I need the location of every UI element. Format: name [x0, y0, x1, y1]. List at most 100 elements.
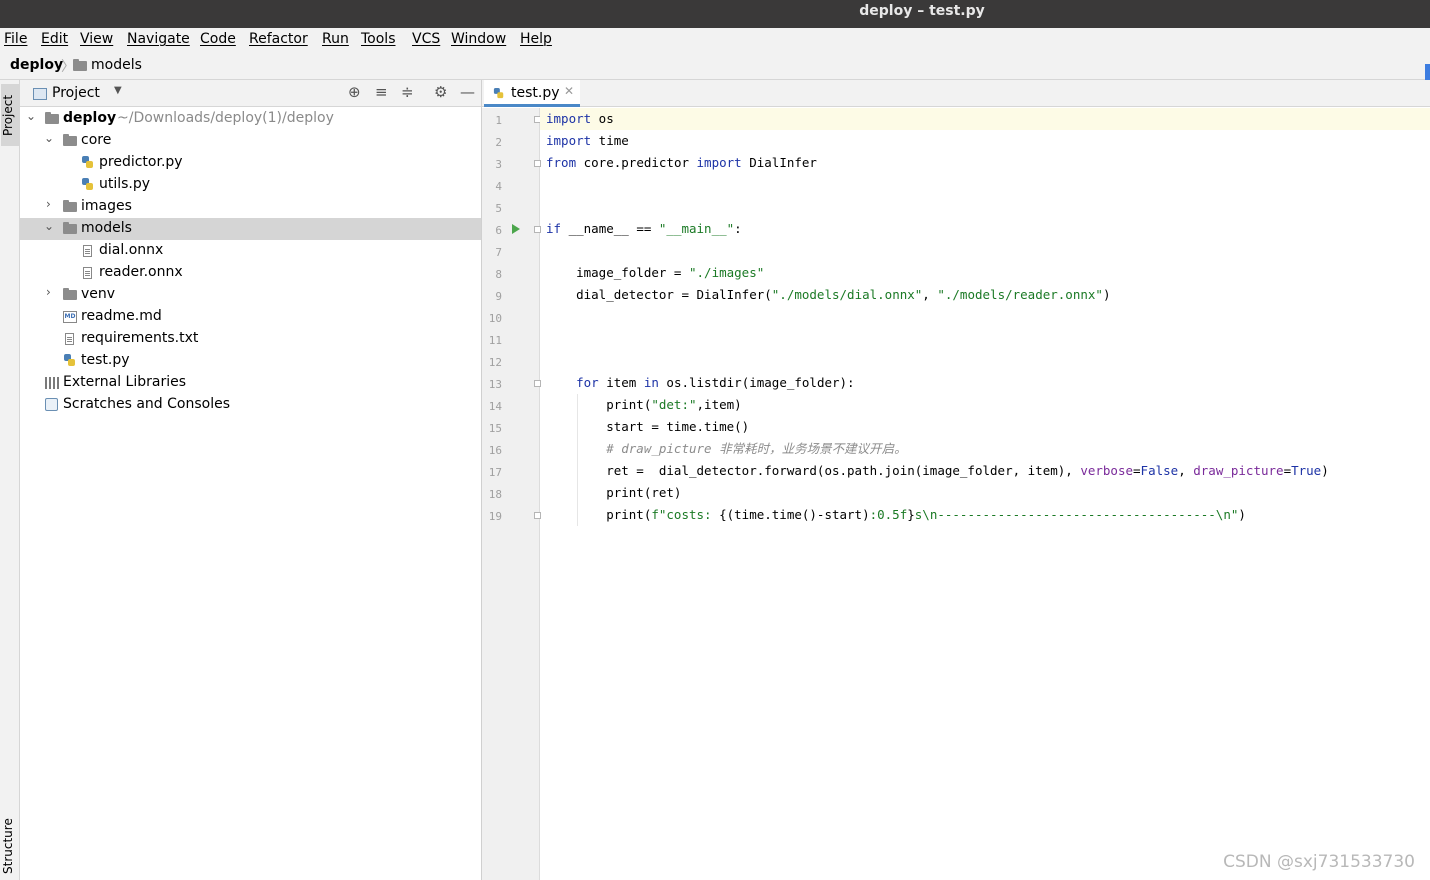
project-tool-tab[interactable]: Project: [1, 84, 19, 146]
menu-tools[interactable]: Tools: [361, 31, 396, 47]
tree-item-external-libraries[interactable]: External Libraries: [20, 372, 481, 394]
watermark: CSDN @sxj731533730: [1223, 852, 1415, 872]
string-literal: "./images": [689, 265, 765, 280]
menu-code[interactable]: Code: [200, 31, 236, 47]
tree-item-predictor-py[interactable]: predictor.py: [20, 152, 481, 174]
chevron-down-icon[interactable]: ⌄: [26, 109, 36, 123]
structure-tool-tab[interactable]: Structure: [1, 812, 19, 880]
fold-marker-icon[interactable]: [534, 160, 541, 167]
editor-gutter[interactable]: 1 2 3 4 5 6 7 8 9 10 11 12 13 14 15 16 1…: [482, 108, 541, 880]
string-literal: "__main__": [658, 221, 735, 236]
code-line: for item in os.listdir(image_folder):: [546, 372, 854, 394]
tree-item-deploy[interactable]: ⌄ deploy ~/Downloads/deploy(1)/deploy: [20, 108, 481, 130]
fold-marker-icon[interactable]: [534, 226, 541, 233]
tree-item-core[interactable]: ⌄ core: [20, 130, 481, 152]
close-icon[interactable]: ✕: [564, 84, 574, 98]
string-literal: f"costs:: [651, 507, 720, 522]
chevron-right-icon[interactable]: ›: [46, 285, 51, 299]
keyword: import: [696, 155, 742, 170]
string-literal: s\n-------------------------------------…: [914, 507, 1239, 522]
tree-item-images[interactable]: › images: [20, 196, 481, 218]
tree-item-label: Scratches and Consoles: [63, 396, 230, 412]
line-number: 14: [488, 400, 502, 413]
tree-item-label: images: [81, 198, 132, 214]
tree-item-readme-md[interactable]: MD readme.md: [20, 306, 481, 328]
tree-item-requirements-txt[interactable]: requirements.txt: [20, 328, 481, 350]
tree-item-models[interactable]: ⌄ models: [20, 218, 481, 240]
line-number: 1: [495, 114, 502, 127]
chevron-right-icon[interactable]: ›: [46, 197, 51, 211]
code-text: __name__ ==: [561, 221, 659, 236]
expand-all-icon[interactable]: ≡: [375, 83, 388, 101]
code-text: print(: [546, 397, 652, 412]
chevron-down-icon[interactable]: ⌄: [44, 219, 54, 233]
string-literal: "./models/reader.onnx": [937, 287, 1103, 302]
line-number: 10: [488, 312, 502, 325]
run-icon[interactable]: [512, 224, 520, 234]
chevron-down-icon[interactable]: ▼: [114, 85, 122, 96]
tree-item-scratches[interactable]: Scratches and Consoles: [20, 394, 481, 416]
fold-marker-icon[interactable]: [534, 380, 541, 387]
menu-file[interactable]: File: [4, 31, 27, 47]
scratch-icon: [45, 398, 58, 411]
code-text: dial_detector = DialInfer(: [546, 287, 772, 302]
code-text: image_folder =: [546, 265, 689, 280]
menu-edit[interactable]: Edit: [41, 31, 68, 47]
tree-item-venv[interactable]: › venv: [20, 284, 481, 306]
keyword: True: [1291, 463, 1322, 478]
menu-run[interactable]: Run: [322, 31, 349, 47]
editor-tab-bar: test.py ✕: [482, 80, 1430, 107]
line-number: 4: [495, 180, 502, 193]
menu-help[interactable]: Help: [520, 31, 552, 47]
breadcrumb-root[interactable]: deploy: [10, 57, 63, 73]
line-number: 2: [495, 136, 502, 149]
tool-window-strip: Project Structure: [0, 80, 20, 880]
line-number: 19: [488, 510, 502, 523]
code-comment: # draw_picture 非常耗时，业务场景不建议开启。: [546, 441, 907, 456]
tree-item-dial-onnx[interactable]: dial.onnx: [20, 240, 481, 262]
gear-icon[interactable]: ⚙: [434, 83, 447, 101]
tab-test-py[interactable]: test.py ✕: [484, 80, 580, 107]
chevron-down-icon[interactable]: ⌄: [44, 131, 54, 145]
code-text: =: [1283, 463, 1292, 478]
folder-icon: [63, 200, 77, 212]
code-text: :: [734, 221, 742, 236]
line-number: 11: [488, 334, 502, 347]
named-parameter: draw_picture: [1193, 463, 1284, 478]
string-literal: "./models/dial.onnx": [771, 287, 923, 302]
code-text: ): [1238, 507, 1246, 522]
fold-marker-icon[interactable]: [534, 512, 541, 519]
hide-panel-icon[interactable]: —: [460, 83, 475, 101]
menu-vcs[interactable]: VCS: [412, 31, 440, 47]
tree-item-label: core: [81, 132, 112, 148]
project-view-selector[interactable]: Project: [52, 85, 100, 101]
line-number: 18: [488, 488, 502, 501]
line-number: 7: [495, 246, 502, 259]
code-text: =: [1133, 463, 1141, 478]
menu-window[interactable]: Window: [451, 31, 506, 47]
breadcrumb-models[interactable]: models: [91, 57, 142, 73]
tree-item-test-py[interactable]: test.py: [20, 350, 481, 372]
string-literal: :0.5f: [869, 507, 908, 522]
breadcrumb: deploy 〉 models: [0, 52, 1430, 80]
code-text: ): [1102, 287, 1111, 302]
code-text: ,: [1178, 463, 1194, 478]
code-text: ): [1321, 463, 1329, 478]
line-number: 3: [495, 158, 502, 171]
collapse-all-icon[interactable]: ≑: [401, 83, 414, 101]
code-line: ret = dial_detector.forward(os.path.join…: [546, 460, 1329, 482]
line-number: 6: [495, 224, 502, 237]
keyword: import: [546, 111, 592, 126]
file-icon: [83, 245, 92, 257]
named-parameter: verbose: [1080, 463, 1134, 478]
code-text: }: [907, 507, 915, 522]
tree-item-utils-py[interactable]: utils.py: [20, 174, 481, 196]
menu-navigate[interactable]: Navigate: [127, 31, 190, 47]
tree-item-reader-onnx[interactable]: reader.onnx: [20, 262, 481, 284]
code-line: if __name__ == "__main__":: [546, 218, 742, 240]
python-file-icon: [493, 87, 504, 99]
locate-icon[interactable]: ⊕: [348, 83, 361, 101]
menu-view[interactable]: View: [80, 31, 113, 47]
tree-item-label: dial.onnx: [99, 242, 164, 258]
menu-refactor[interactable]: Refactor: [249, 31, 308, 47]
